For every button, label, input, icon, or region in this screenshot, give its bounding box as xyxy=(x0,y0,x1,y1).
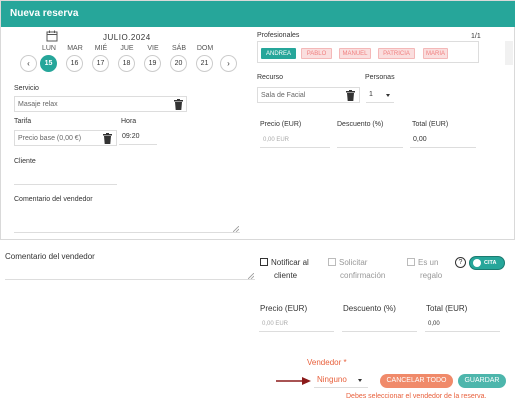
calendar-icon xyxy=(46,30,58,42)
cita-label: CITA xyxy=(484,260,497,266)
chip-manuel[interactable]: MANUEL xyxy=(339,48,371,59)
chevron-down-icon xyxy=(358,379,362,382)
chevron-left-icon[interactable]: ‹ xyxy=(20,55,37,72)
chip-patricia[interactable]: PATRICIA xyxy=(378,48,415,59)
trash-icon[interactable] xyxy=(346,90,355,101)
day-name: SÁB xyxy=(171,45,186,52)
regalo-label-2: regalo xyxy=(420,271,443,280)
arrow-right-icon xyxy=(276,377,311,385)
cliente-input[interactable] xyxy=(14,169,117,185)
cancel-all-button[interactable]: CANCELAR TODO xyxy=(380,374,453,388)
reservation-modal: Nueva reserva JULIO.2024 LUN MAR MIÉ JUE… xyxy=(0,0,515,240)
day-name: MIÉ xyxy=(94,45,108,52)
regalo-checkbox[interactable] xyxy=(407,258,415,266)
scrollbar[interactable] xyxy=(505,41,513,65)
regalo-label: Es un xyxy=(418,258,439,267)
descuento-input[interactable] xyxy=(337,132,403,148)
outer-total-value: 0,00 xyxy=(425,316,500,332)
vendedor-label: Vendedor * xyxy=(307,358,347,367)
day-button[interactable]: 18 xyxy=(118,55,135,72)
recurso-input[interactable]: Sala de Facial xyxy=(257,87,360,103)
help-icon[interactable]: ? xyxy=(455,257,466,268)
tarifa-label: Tarifa xyxy=(14,118,32,125)
personas-label: Personas xyxy=(365,74,395,81)
comentario-textarea[interactable] xyxy=(14,207,240,233)
chip-maria[interactable]: MARIA xyxy=(423,48,448,59)
servicio-input[interactable]: Masaje relax xyxy=(14,96,187,112)
solicitar-label-2: confirmación xyxy=(340,271,386,280)
trash-icon[interactable] xyxy=(103,133,112,144)
resize-handle-icon[interactable] xyxy=(248,273,254,279)
cliente-label: Cliente xyxy=(14,158,36,165)
day-button-selected[interactable]: 15 xyxy=(40,55,57,72)
modal-header: Nueva reserva xyxy=(1,1,515,27)
day-button[interactable]: 19 xyxy=(144,55,161,72)
outer-comentario-label: Comentario del vendedor xyxy=(5,252,95,261)
notificar-label: Notificar al xyxy=(271,258,309,267)
chip-pablo[interactable]: PABLO xyxy=(301,48,332,59)
outer-descuento-label: Descuento (%) xyxy=(343,304,396,313)
outer-total-value-text: 0,00 xyxy=(428,321,440,327)
pager: 1/1 xyxy=(471,33,481,40)
hora-label: Hora xyxy=(121,118,137,125)
day-name: VIE xyxy=(147,45,159,52)
day-button[interactable]: 16 xyxy=(66,55,83,72)
day-name: JUE xyxy=(120,45,134,52)
save-button[interactable]: GUARDAR xyxy=(458,374,506,388)
resize-handle-icon[interactable] xyxy=(233,226,239,232)
descuento-label: Descuento (%) xyxy=(337,121,384,128)
precio-label: Precio (EUR) xyxy=(260,121,302,128)
precio-value: 0,00 EUR xyxy=(260,132,330,148)
outer-precio-value: 0,00 EUR xyxy=(259,316,334,332)
chevron-right-icon[interactable]: › xyxy=(220,55,237,72)
day-name: MAR xyxy=(67,45,83,52)
outer-comentario-textarea[interactable] xyxy=(5,262,255,280)
outer-descuento-input[interactable] xyxy=(342,316,417,332)
day-button[interactable]: 20 xyxy=(170,55,187,72)
hora-input[interactable]: 09:20 xyxy=(119,129,157,145)
precio-value-text: 0,00 EUR xyxy=(263,137,290,143)
outer-total-label: Total (EUR) xyxy=(426,304,468,313)
cita-button[interactable]: CITA xyxy=(469,256,505,270)
notificar-label-2: cliente xyxy=(274,271,298,280)
notificar-checkbox[interactable] xyxy=(260,258,268,266)
tarifa-input[interactable]: Precio base (0,00 €) xyxy=(14,130,117,146)
error-message: Debes seleccionar el vendedor de la rese… xyxy=(346,393,487,400)
day-button[interactable]: 17 xyxy=(92,55,109,72)
chevron-down-icon xyxy=(386,94,390,97)
solicitar-label: Solicitar xyxy=(339,258,368,267)
trash-icon[interactable] xyxy=(174,99,183,110)
recurso-label: Recurso xyxy=(257,74,284,81)
day-name: DOM xyxy=(196,45,214,52)
total-label: Total (EUR) xyxy=(412,121,449,128)
minus-icon xyxy=(473,259,481,267)
day-button[interactable]: 21 xyxy=(196,55,213,72)
total-value: 0,00 xyxy=(410,132,476,148)
chip-andrea[interactable]: ANDREA xyxy=(261,48,296,59)
day-name: LUN xyxy=(41,45,56,52)
servicio-label: Servicio xyxy=(14,85,39,92)
comentario-label: Comentario del vendedor xyxy=(14,196,93,203)
solicitar-checkbox[interactable] xyxy=(328,258,336,266)
outer-precio-value-text: 0,00 EUR xyxy=(262,321,289,327)
calendar-month: JULIO.2024 xyxy=(103,33,151,42)
outer-precio-label: Precio (EUR) xyxy=(260,304,308,313)
profesionales-label: Profesionales xyxy=(257,32,300,39)
modal-title: Nueva reserva xyxy=(10,8,79,19)
